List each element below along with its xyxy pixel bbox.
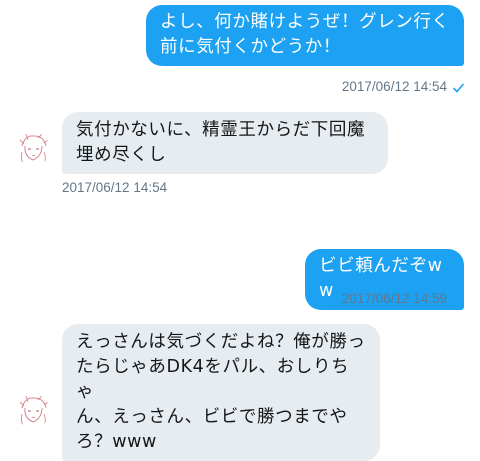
message-timestamp: 2017/06/12 14:59 [342,291,464,309]
message-bubble-sent: よし、何か賭けようぜ！グレン行く 前に気付くかどうか！ [146,5,464,66]
timestamp-text: 2017/06/12 14:54 [341,79,447,94]
check-icon [453,293,464,309]
timestamp-text: 2017/06/12 14:59 [341,291,447,306]
anime-character-sketch-avatar [19,395,49,428]
message-timestamp: 2017/06/12 14:54 [342,79,464,97]
avatar[interactable] [16,394,50,428]
timestamp-text: 2017/06/12 14:54 [62,180,168,195]
message-bubble-received: 気付かないに、精霊王からだ下回魔 埋め尽くし [62,112,388,174]
anime-character-sketch-avatar [19,133,49,166]
message-bubble-received: えっさんは気づくだよね？俺が勝っ たらじゃあDK4をパル、おしりちゃ ん、えっさ… [62,324,380,461]
avatar[interactable] [16,132,50,166]
message-timestamp: 2017/06/12 14:54 [62,180,167,196]
check-icon [453,81,464,97]
